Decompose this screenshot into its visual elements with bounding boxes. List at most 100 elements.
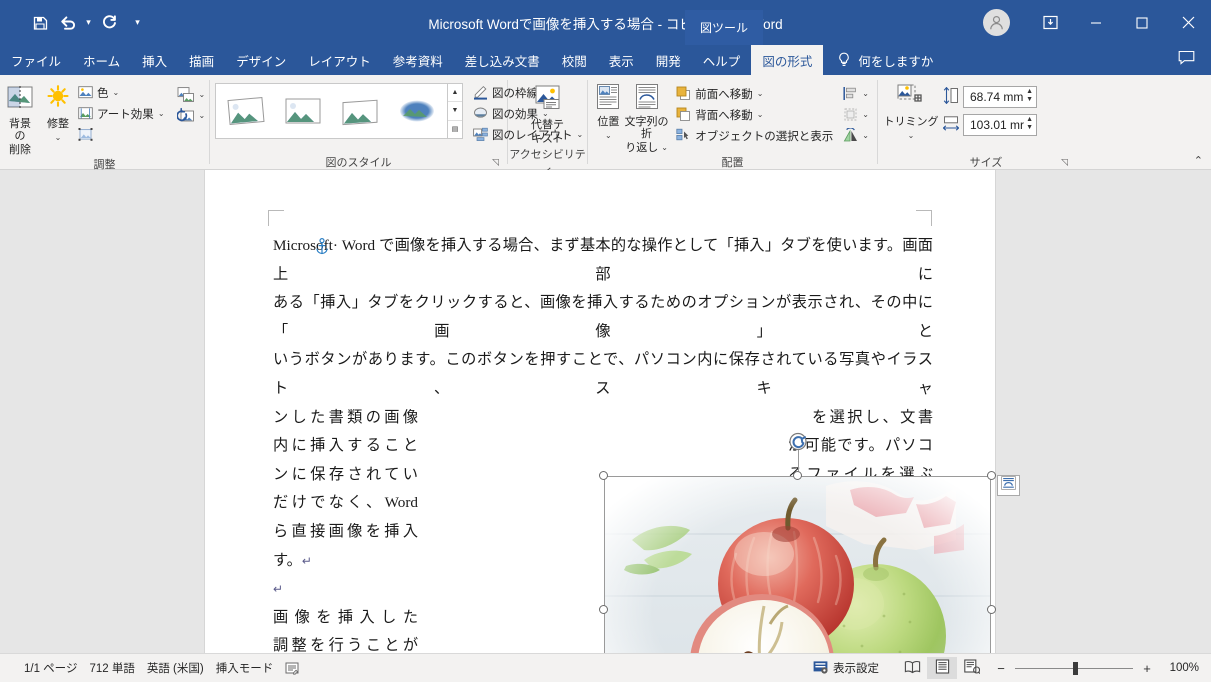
remove-background-button[interactable]: 背景の 削除 [5, 80, 35, 156]
size-dialog-launcher[interactable]: ◹ [1061, 157, 1072, 168]
zoom-slider-track[interactable] [1015, 661, 1133, 675]
status-bar: 1/1 ページ 712 単語 英語 (米国) 挿入モード 表示設定 − + 10… [0, 653, 1211, 682]
zoom-slider[interactable]: − + [995, 661, 1153, 676]
wrap-text-caret-icon[interactable]: ⌄ [661, 142, 668, 154]
tab-review[interactable]: 校閲 [551, 45, 598, 75]
pilcrow-2: ↵ [273, 582, 284, 597]
picture-style-2[interactable] [277, 89, 329, 133]
position-caret-icon[interactable]: ⌄ [605, 130, 612, 142]
resize-handle-nw[interactable] [599, 471, 608, 480]
share-comments-icon[interactable] [1178, 50, 1195, 70]
undo-icon[interactable] [54, 9, 82, 37]
tab-insert[interactable]: 挿入 [131, 45, 178, 75]
tab-home[interactable]: ホーム [72, 45, 131, 75]
display-settings-button[interactable]: 表示設定 [813, 660, 897, 677]
zoom-level[interactable]: 100% [1153, 662, 1199, 674]
compress-pictures-caret-icon[interactable]: ⌄ [199, 90, 206, 99]
ribbon-display-options-icon[interactable] [1027, 0, 1073, 45]
rotate-button[interactable]: ⌄ [840, 125, 872, 146]
shape-width-spinner[interactable]: ▲ ▼ [1026, 116, 1033, 132]
rotate-handle-icon[interactable] [788, 432, 807, 451]
crop-caret-icon[interactable]: ⌄ [908, 130, 915, 142]
word-count[interactable]: 712 単語 [89, 660, 146, 676]
resize-handle-ne[interactable] [987, 471, 996, 480]
reset-picture-caret-icon[interactable]: ⌄ [199, 111, 206, 120]
selected-picture[interactable] [599, 432, 1020, 653]
bring-forward-caret-icon[interactable]: ⌄ [757, 89, 764, 98]
resize-handle-e[interactable] [987, 605, 996, 614]
send-backward-button[interactable]: 背面へ移動 ⌄ [673, 104, 836, 125]
position-button[interactable]: 位置 ⌄ [593, 80, 624, 142]
rotate-caret-icon[interactable]: ⌄ [862, 131, 869, 140]
avatar[interactable] [983, 9, 1010, 36]
maximize-button[interactable] [1119, 0, 1165, 45]
artistic-effects-button[interactable]: アート効果 ⌄ [75, 103, 168, 124]
align-caret-icon[interactable]: ⌄ [862, 89, 869, 98]
crop-label: トリミング [883, 116, 939, 128]
crop-button[interactable]: トリミング ⌄ [883, 80, 939, 142]
tab-picture-format[interactable]: 図の形式 [751, 45, 824, 75]
picture-style-1[interactable] [220, 89, 272, 133]
customize-qat-icon[interactable]: ▾ [131, 17, 144, 28]
insert-mode[interactable]: 挿入モード [216, 660, 286, 676]
corrections-button[interactable]: 修整 ⌄ [43, 80, 73, 144]
undo-dropdown-caret-icon[interactable]: ▾ [82, 17, 95, 28]
collapse-ribbon-button[interactable]: ⌃ [1194, 154, 1203, 167]
zoom-in-button[interactable]: + [1141, 661, 1153, 676]
tell-me-box[interactable]: 何をしますか [823, 45, 933, 75]
gallery-scroll-up-icon[interactable]: ▲ [448, 84, 462, 103]
gallery-more-icon[interactable]: ▤ [448, 120, 462, 138]
redo-icon[interactable] [95, 9, 123, 37]
close-button[interactable] [1165, 0, 1211, 45]
color-button[interactable]: 色 ⌄ [75, 82, 168, 103]
tab-developer[interactable]: 開発 [645, 45, 692, 75]
group-caret-icon[interactable]: ⌄ [862, 110, 869, 119]
transparency-button[interactable] [75, 124, 168, 145]
gallery-scroll-down-icon[interactable]: ▼ [448, 102, 462, 121]
group-button[interactable]: ⌄ [840, 104, 872, 125]
tab-file[interactable]: ファイル [0, 45, 72, 75]
resize-handle-n[interactable] [792, 471, 802, 480]
artistic-effects-caret-icon[interactable]: ⌄ [158, 109, 165, 118]
document-area[interactable]: Microsoft· Word で画像を挿入する場合、まず基本的な操作として「挿… [0, 170, 1211, 653]
tab-view[interactable]: 表示 [598, 45, 645, 75]
tab-design[interactable]: デザイン [225, 45, 297, 75]
compress-pictures-button[interactable]: ⌄ [174, 84, 209, 105]
minimize-button[interactable] [1073, 0, 1119, 45]
reset-picture-button[interactable]: ⌄ [174, 105, 209, 126]
tab-help[interactable]: ヘルプ [692, 45, 752, 75]
alt-text-button[interactable]: 代替テ キスト [522, 80, 574, 145]
tab-draw[interactable]: 描画 [178, 45, 225, 75]
save-icon[interactable] [26, 9, 54, 37]
selection-pane-button[interactable]: オブジェクトの選択と表示 [673, 125, 836, 146]
picture-styles-gallery[interactable] [215, 83, 448, 139]
print-layout-view-button[interactable] [927, 657, 957, 679]
read-mode-view-button[interactable] [897, 657, 927, 679]
zoom-slider-thumb[interactable] [1073, 661, 1078, 675]
picture-style-4[interactable] [391, 89, 443, 133]
color-caret-icon[interactable]: ⌄ [113, 88, 120, 97]
picture-style-3[interactable] [334, 89, 386, 133]
tab-layout[interactable]: レイアウト [297, 45, 382, 75]
layout-options-button[interactable] [997, 475, 1020, 496]
shape-height-input[interactable]: 68.74 mm ▲ ▼ [963, 85, 1037, 108]
page-count[interactable]: 1/1 ページ [24, 660, 89, 676]
picture-styles-scroll[interactable]: ▲ ▼ ▤ [448, 83, 463, 139]
picture-styles-dialog-launcher[interactable]: ◹ [492, 157, 503, 168]
shape-width-input[interactable]: 103.01 mr ▲ ▼ [963, 113, 1037, 136]
shape-height-spinner[interactable]: ▲ ▼ [1026, 88, 1033, 104]
tab-mailings[interactable]: 差し込み文書 [454, 45, 551, 75]
document-page[interactable]: Microsoft· Word で画像を挿入する場合、まず基本的な操作として「挿… [205, 170, 1020, 653]
web-layout-view-button[interactable] [957, 657, 987, 679]
resize-handle-w[interactable] [599, 605, 608, 614]
wrap-text-button[interactable]: 文字列の折 り返し ⌄ [624, 80, 669, 154]
align-button[interactable]: ⌄ [840, 83, 872, 104]
tab-references[interactable]: 参考資料 [382, 45, 454, 75]
language-indicator[interactable]: 英語 (米国) [147, 660, 216, 676]
send-backward-caret-icon[interactable]: ⌄ [757, 110, 764, 119]
corrections-caret-icon[interactable]: ⌄ [55, 132, 62, 144]
apple-photo[interactable] [604, 476, 991, 653]
bring-forward-button[interactable]: 前面へ移動 ⌄ [673, 83, 836, 104]
proofing-icon[interactable] [285, 661, 311, 675]
zoom-out-button[interactable]: − [995, 661, 1007, 676]
